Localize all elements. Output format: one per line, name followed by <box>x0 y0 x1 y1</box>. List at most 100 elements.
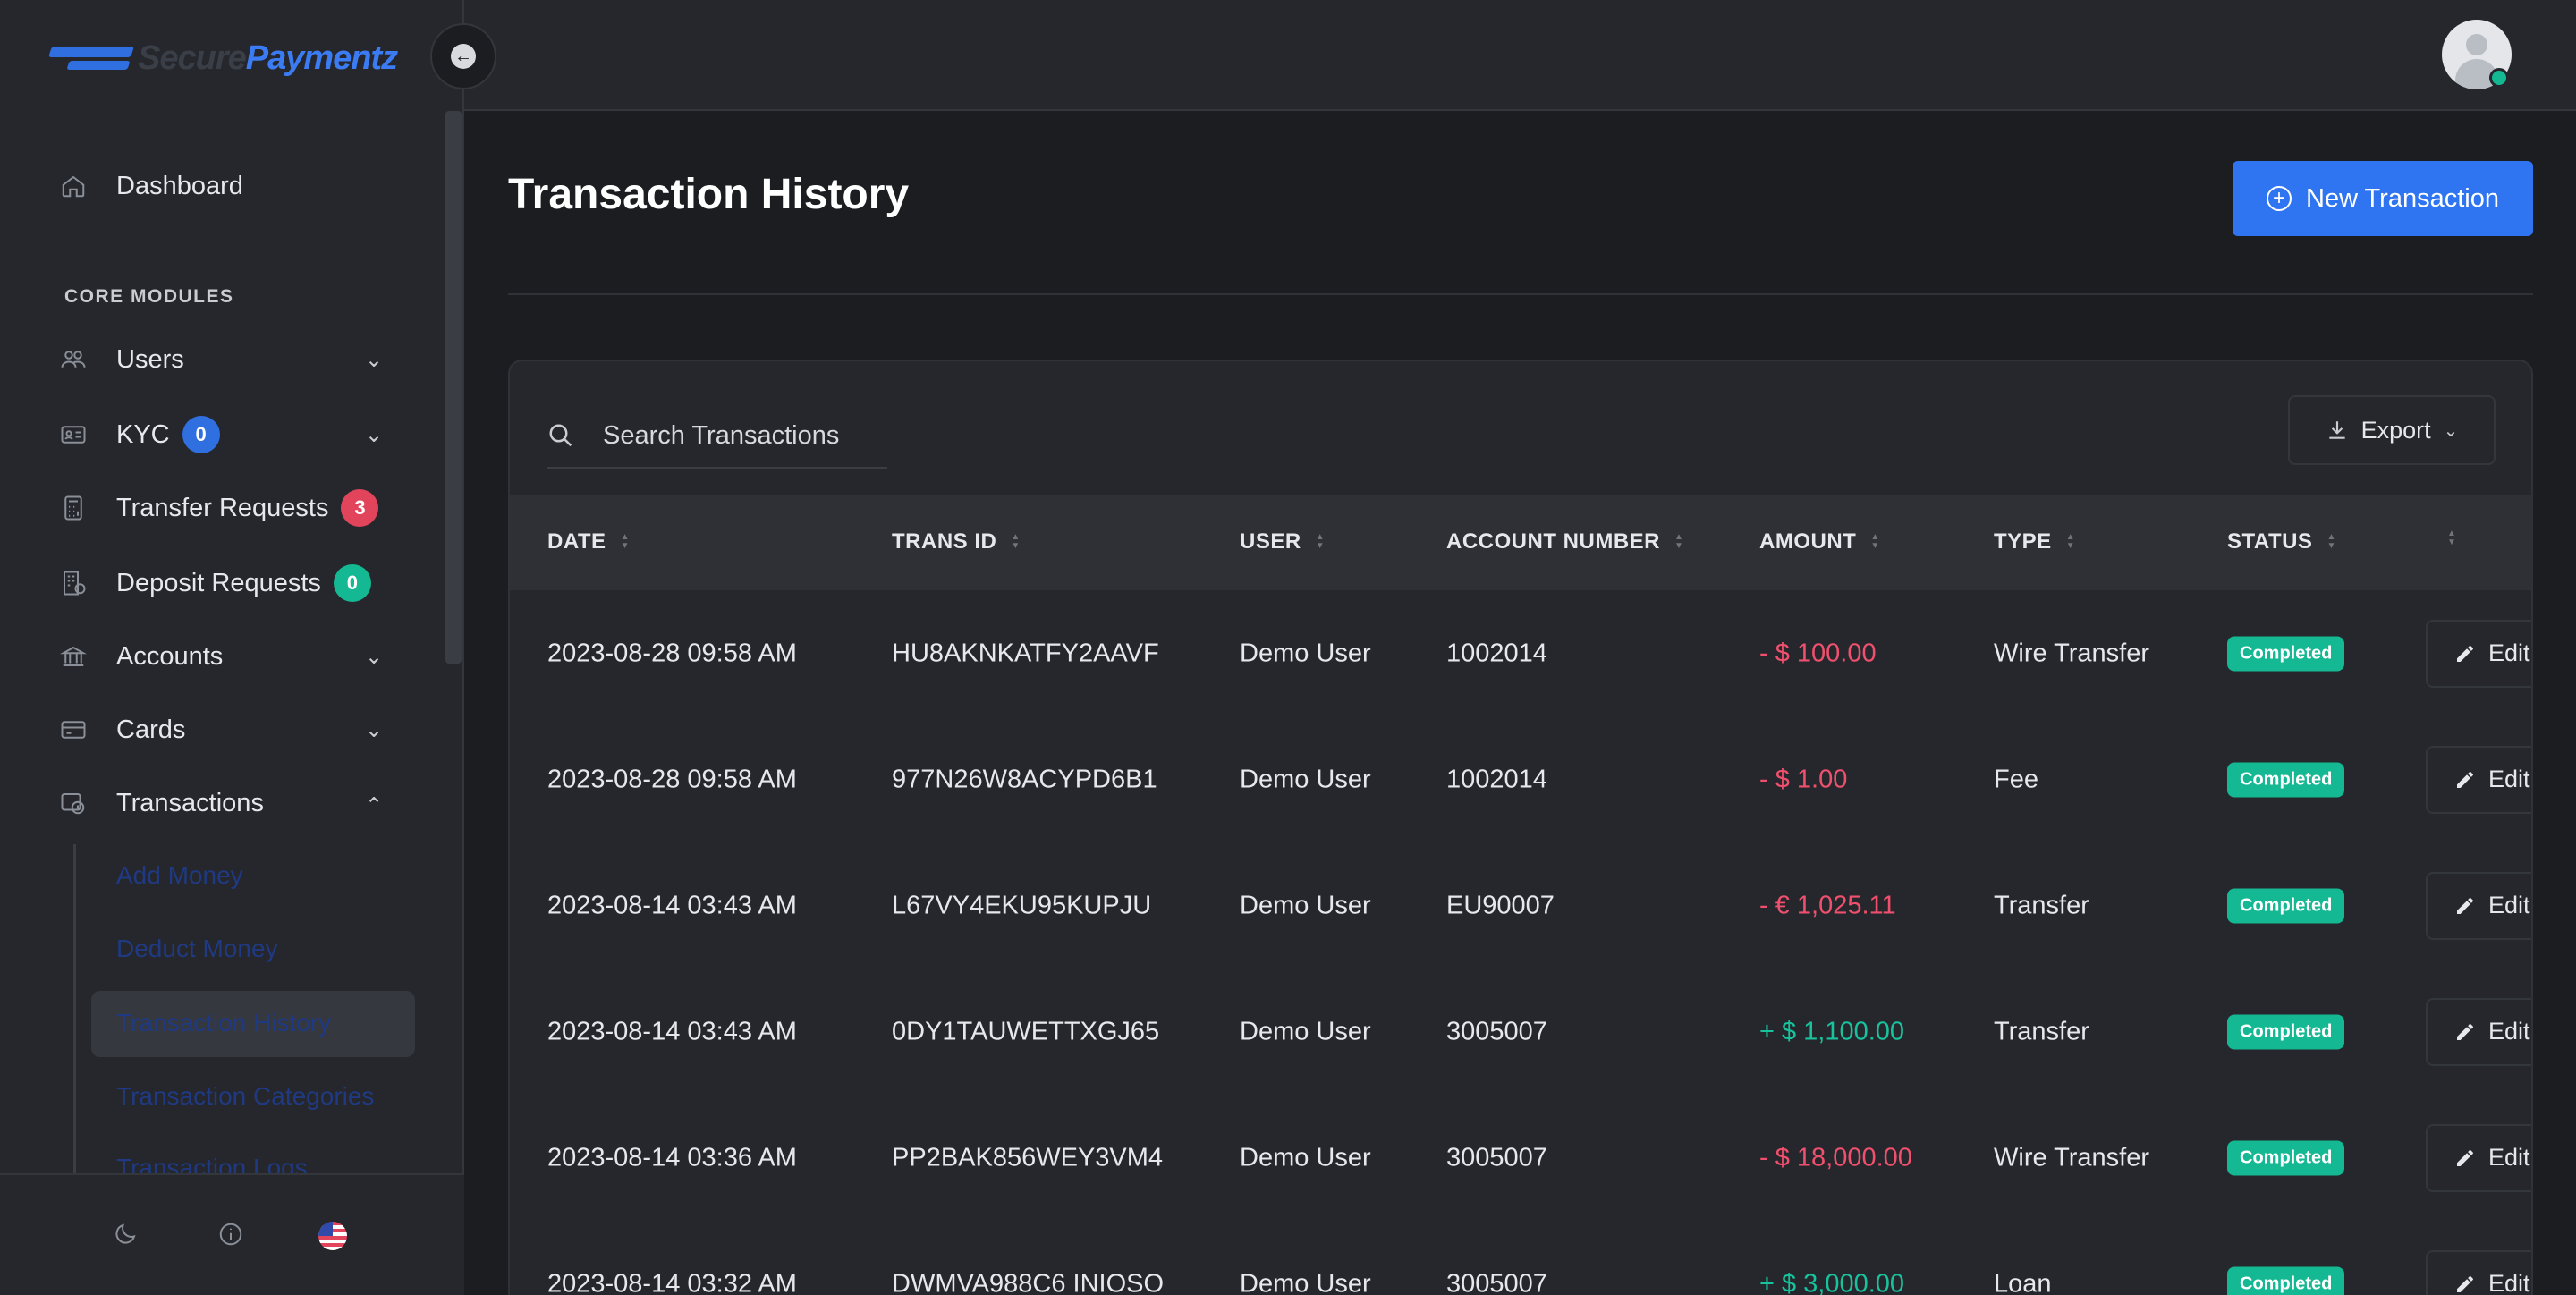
cell-trans-id: 0DY1TAUWETTXGJ65 <box>892 1017 1160 1045</box>
edit-button[interactable]: Edit <box>2426 745 2531 814</box>
subnav-item-transaction-categories[interactable]: Transaction Categories <box>116 1082 374 1111</box>
export-dropdown[interactable]: Export ⌄ <box>2288 395 2496 465</box>
sidebar-item-cards[interactable]: Cards ⌄ <box>57 705 383 755</box>
subnav-item-add-money[interactable]: Add Money <box>116 861 243 890</box>
column-header-type[interactable]: TYPE ▲ ▼ <box>1994 529 2075 554</box>
kyc-count-badge: 0 <box>182 416 220 453</box>
logo-mark-icon <box>48 41 134 75</box>
chevron-down-icon: ⌄ <box>365 347 384 372</box>
cell-account-number: 1002014 <box>1446 765 1547 793</box>
column-header-actions[interactable]: ▲ ▼ <box>2433 529 2456 547</box>
sort-icon: ▲ ▼ <box>1315 532 1326 551</box>
topbar <box>464 0 2576 111</box>
sidebar-item-transfer-requests[interactable]: Transfer Requests 3 <box>57 483 379 533</box>
sidebar-item-label: Transfer Requests <box>116 493 329 522</box>
sidebar-item-transactions[interactable]: Transactions ⌄ <box>57 778 383 828</box>
table-row[interactable]: 2023-08-14 03:32 AM DWMVA988C6 INIOSO Demo… <box>510 1221 2531 1295</box>
cell-amount: - € 1,025.11 <box>1759 891 1896 919</box>
sidebar-footer <box>0 1173 464 1295</box>
edit-label: Edit <box>2488 766 2530 792</box>
download-icon <box>2328 421 2345 439</box>
brand-name-part2: Paymentz <box>245 38 398 77</box>
section-title-core-modules: CORE MODULES <box>64 286 234 307</box>
export-label: Export <box>2360 416 2431 444</box>
sort-icon: ▲ ▼ <box>1674 532 1684 551</box>
deposit-count-badge: 0 <box>333 564 371 602</box>
table-row[interactable]: 2023-08-14 03:36 AM PP2BAK856WEY3VM4 Demo … <box>510 1095 2531 1221</box>
sidebar-item-accounts[interactable]: Accounts ⌄ <box>57 631 383 681</box>
status-badge: Completed <box>2227 888 2345 923</box>
transactions-icon <box>57 787 89 819</box>
column-header-status[interactable]: STATUS ▲ ▼ <box>2227 529 2336 554</box>
info-icon[interactable] <box>215 1218 247 1250</box>
edit-label: Edit <box>2488 1144 2530 1171</box>
column-header-user[interactable]: USER ▲ ▼ <box>1240 529 1325 554</box>
cell-date: 2023-08-14 03:43 AM <box>547 891 797 919</box>
users-icon <box>57 343 89 376</box>
table-header: DATE ▲ ▼ TRANS ID ▲ ▼ USER ▲ ▼ ACCOUNT NUMBER ▲… <box>510 495 2531 590</box>
cell-user: Demo User <box>1240 1143 1371 1172</box>
us-flag-icon[interactable] <box>318 1222 347 1250</box>
calculator-icon <box>57 492 89 524</box>
moon-icon[interactable] <box>109 1218 141 1250</box>
search-input[interactable] <box>603 420 871 451</box>
edit-button[interactable]: Edit <box>2426 1249 2531 1295</box>
sidebar-collapse-button[interactable]: ← <box>430 23 496 89</box>
pencil-icon <box>2457 1023 2473 1040</box>
column-header-amount[interactable]: AMOUNT ▲ ▼ <box>1759 529 1880 554</box>
edit-button[interactable]: Edit <box>2426 1123 2531 1192</box>
credit-card-icon <box>57 714 89 746</box>
new-transaction-label: New Transaction <box>2306 183 2499 213</box>
cell-type: Transfer <box>1994 891 2089 919</box>
table-row[interactable]: 2023-08-28 09:58 AM HU8AKNKATFY2AAVF Demo … <box>510 590 2531 716</box>
sidebar-item-users[interactable]: Users ⌄ <box>57 334 383 385</box>
sidebar-item-label: Users <box>116 344 184 374</box>
cell-date: 2023-08-14 03:43 AM <box>547 1017 797 1045</box>
subnav-item-deduct-money[interactable]: Deduct Money <box>116 935 278 963</box>
new-transaction-button[interactable]: + New Transaction <box>2233 161 2533 236</box>
sidebar-item-deposit-requests[interactable]: Deposit Requests 0 <box>57 558 371 608</box>
column-header-date[interactable]: DATE ▲ ▼ <box>547 529 630 554</box>
edit-button[interactable]: Edit <box>2426 997 2531 1066</box>
cell-amount: + $ 1,100.00 <box>1759 1017 1905 1045</box>
column-header-trans-id[interactable]: TRANS ID ▲ ▼ <box>892 529 1021 554</box>
table-row[interactable]: 2023-08-28 09:58 AM 977N26W8ACYPD6B1 Demo … <box>510 716 2531 842</box>
header-divider <box>508 293 2533 295</box>
plus-circle-icon: + <box>2267 186 2292 211</box>
sort-icon: ▲ ▼ <box>1011 532 1021 551</box>
table-row[interactable]: 2023-08-14 03:43 AM L67VY4EKU95KUPJU Demo … <box>510 842 2531 969</box>
chevron-up-icon: ⌄ <box>365 791 384 816</box>
cell-user: Demo User <box>1240 639 1371 667</box>
subnav-item-transaction-history[interactable]: Transaction History <box>116 1009 331 1037</box>
cell-amount: - $ 1.00 <box>1759 765 1848 793</box>
sidebar-item-label: Accounts <box>116 641 224 671</box>
cell-trans-id: HU8AKNKATFY2AAVF <box>892 639 1159 667</box>
sort-icon: ▲ ▼ <box>1870 532 1880 551</box>
edit-label: Edit <box>2488 892 2530 918</box>
subnav-line <box>73 844 76 1175</box>
table-row[interactable]: 2023-08-14 03:43 AM 0DY1TAUWETTXGJ65 Demo … <box>510 969 2531 1095</box>
status-badge: Completed <box>2227 636 2345 671</box>
brand-name-part1: Secure <box>138 38 247 77</box>
cell-type: Fee <box>1994 765 2038 793</box>
cell-date: 2023-08-14 03:36 AM <box>547 1143 797 1172</box>
chevron-down-icon: ⌄ <box>365 717 384 742</box>
brand-logo[interactable]: SecurePaymentz <box>48 36 398 80</box>
sidebar-item-kyc[interactable]: KYC 0 ⌄ <box>57 410 383 460</box>
cell-account-number: 3005007 <box>1446 1017 1547 1045</box>
edit-button[interactable]: Edit <box>2426 619 2531 688</box>
sidebar-item-dashboard[interactable]: Dashboard <box>57 161 243 211</box>
column-header-account-number[interactable]: ACCOUNT NUMBER ▲ ▼ <box>1446 529 1683 554</box>
cell-type: Wire Transfer <box>1994 1143 2150 1172</box>
cell-type: Transfer <box>1994 1017 2089 1045</box>
cell-user: Demo User <box>1240 1017 1371 1045</box>
status-badge: Completed <box>2227 1014 2345 1049</box>
sidebar-scrollbar[interactable] <box>445 111 462 664</box>
cell-amount: - $ 18,000.00 <box>1759 1143 1912 1172</box>
transactions-card: Export ⌄ DATE▲▼ TRANS ID▲▼ USER▲▼ ACCOUN… <box>508 360 2533 1295</box>
search-bar[interactable] <box>547 404 887 469</box>
status-badge: Completed <box>2227 1140 2345 1175</box>
edit-button[interactable]: Edit <box>2426 871 2531 940</box>
cell-type: Wire Transfer <box>1994 639 2150 667</box>
building-icon <box>57 567 89 599</box>
